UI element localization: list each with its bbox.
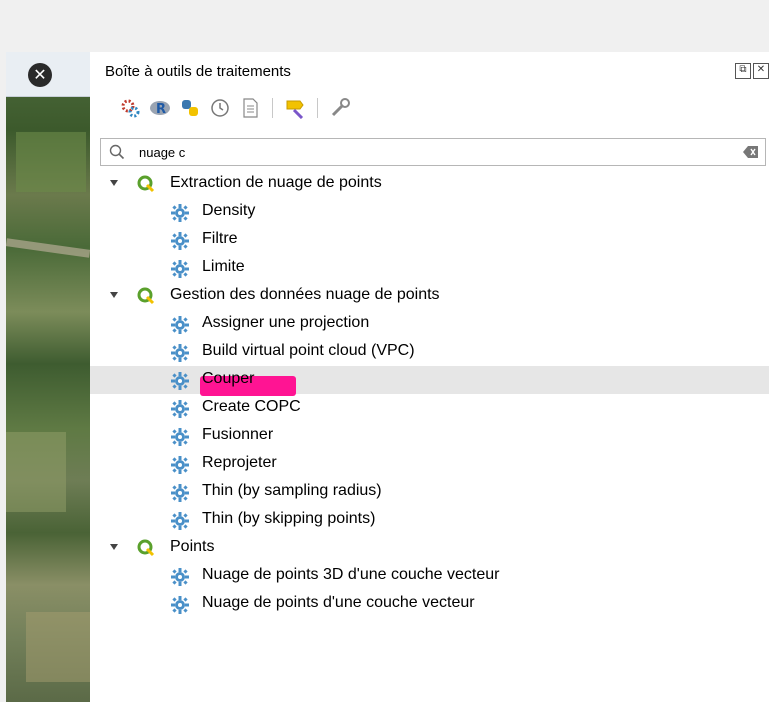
tree-item[interactable]: Fusionner: [90, 422, 769, 450]
tree-item-label: Thin (by sampling radius): [202, 482, 382, 499]
tree-item-label: Limite: [202, 258, 245, 275]
tree-group-label: Points: [170, 538, 215, 555]
close-icon[interactable]: ✕: [28, 63, 52, 87]
tree-item[interactable]: Limite: [90, 254, 769, 282]
tree-item-label: Nuage de points 3D d'une couche vecteur: [202, 566, 500, 583]
tree-item-label: Thin (by skipping points): [202, 510, 376, 527]
map-canvas[interactable]: [6, 52, 90, 702]
svg-text:R: R: [156, 102, 166, 117]
clear-search-icon[interactable]: [743, 145, 759, 164]
panel-controls: ⧉ ✕: [735, 63, 769, 79]
tree-item[interactable]: Create COPC: [90, 394, 769, 422]
tree-item[interactable]: Assigner une projection: [90, 310, 769, 338]
tree-item-label: Reprojeter: [202, 454, 277, 471]
gear-icon: [170, 259, 190, 279]
toolbox-toolbar: R: [118, 95, 358, 121]
tree-item[interactable]: Couper: [90, 366, 769, 396]
tree-item-label: Nuage de points d'une couche vecteur: [202, 594, 475, 611]
gear-icon: [170, 371, 190, 391]
tree-group[interactable]: Gestion des données nuage de points: [90, 282, 769, 310]
search-field[interactable]: [100, 138, 766, 166]
tree-item-label: Fusionner: [202, 426, 274, 443]
app-top-bar: [0, 0, 769, 53]
gear-icon: [170, 399, 190, 419]
gear-icon: [170, 315, 190, 335]
tree-item-label: Couper: [202, 370, 255, 387]
gear-icon: [170, 427, 190, 447]
search-icon: [109, 144, 129, 160]
tree-item-label: Assigner une projection: [202, 314, 370, 331]
tree-group-label: Gestion des données nuage de points: [170, 286, 440, 303]
tree-group-label: Extraction de nuage de points: [170, 174, 382, 191]
python-icon[interactable]: [178, 96, 202, 120]
models-icon[interactable]: [118, 96, 142, 120]
expand-chevron-icon[interactable]: [110, 544, 118, 550]
processing-toolbox-panel: Boîte à outils de traitements ⧉ ✕ R nuag…: [90, 52, 769, 702]
options-icon[interactable]: [328, 96, 352, 120]
float-panel-icon[interactable]: ⧉: [735, 63, 751, 79]
gear-icon: [170, 455, 190, 475]
tree-item[interactable]: Thin (by sampling radius): [90, 478, 769, 506]
tree-item-label: Create COPC: [202, 398, 301, 415]
toolbar-separator: [317, 98, 318, 118]
search-input[interactable]: [137, 143, 741, 161]
expand-chevron-icon[interactable]: [110, 180, 118, 186]
tree-item-label: Density: [202, 202, 256, 219]
map-road: [6, 238, 90, 258]
close-panel-icon[interactable]: ✕: [753, 63, 769, 79]
qgis-icon: [137, 175, 155, 193]
map-field: [16, 132, 86, 192]
gear-icon: [170, 203, 190, 223]
tree-item-label: Filtre: [202, 230, 238, 247]
expand-chevron-icon[interactable]: [110, 292, 118, 298]
gear-icon: [170, 231, 190, 251]
tree-item[interactable]: Filtre: [90, 226, 769, 254]
tree-item[interactable]: Nuage de points 3D d'une couche vecteur: [90, 562, 769, 590]
gear-icon: [170, 483, 190, 503]
r-icon[interactable]: R: [148, 96, 172, 120]
history-icon[interactable]: [208, 96, 232, 120]
tree-item[interactable]: Build virtual point cloud (VPC): [90, 338, 769, 366]
panel-title: Boîte à outils de traitements: [105, 63, 291, 80]
edit-features-icon[interactable]: [283, 96, 307, 120]
tree-item[interactable]: Reprojeter: [90, 450, 769, 478]
results-icon[interactable]: [238, 96, 262, 120]
algorithm-tree: Extraction de nuage de points Density Filt…: [90, 170, 769, 618]
gear-icon: [170, 567, 190, 587]
tree-item[interactable]: Thin (by skipping points): [90, 506, 769, 534]
tree-group[interactable]: Extraction de nuage de points: [90, 170, 769, 198]
gear-icon: [170, 595, 190, 615]
map-field: [6, 432, 66, 512]
tree-item-label: Build virtual point cloud (VPC): [202, 342, 415, 359]
toolbar-separator: [272, 98, 273, 118]
map-field: [26, 612, 90, 682]
tree-item[interactable]: Density: [90, 198, 769, 226]
gear-icon: [170, 511, 190, 531]
tree-group[interactable]: Points: [90, 534, 769, 562]
qgis-icon: [137, 287, 155, 305]
qgis-icon: [137, 539, 155, 557]
tree-item[interactable]: Nuage de points d'une couche vecteur: [90, 590, 769, 618]
gear-icon: [170, 343, 190, 363]
